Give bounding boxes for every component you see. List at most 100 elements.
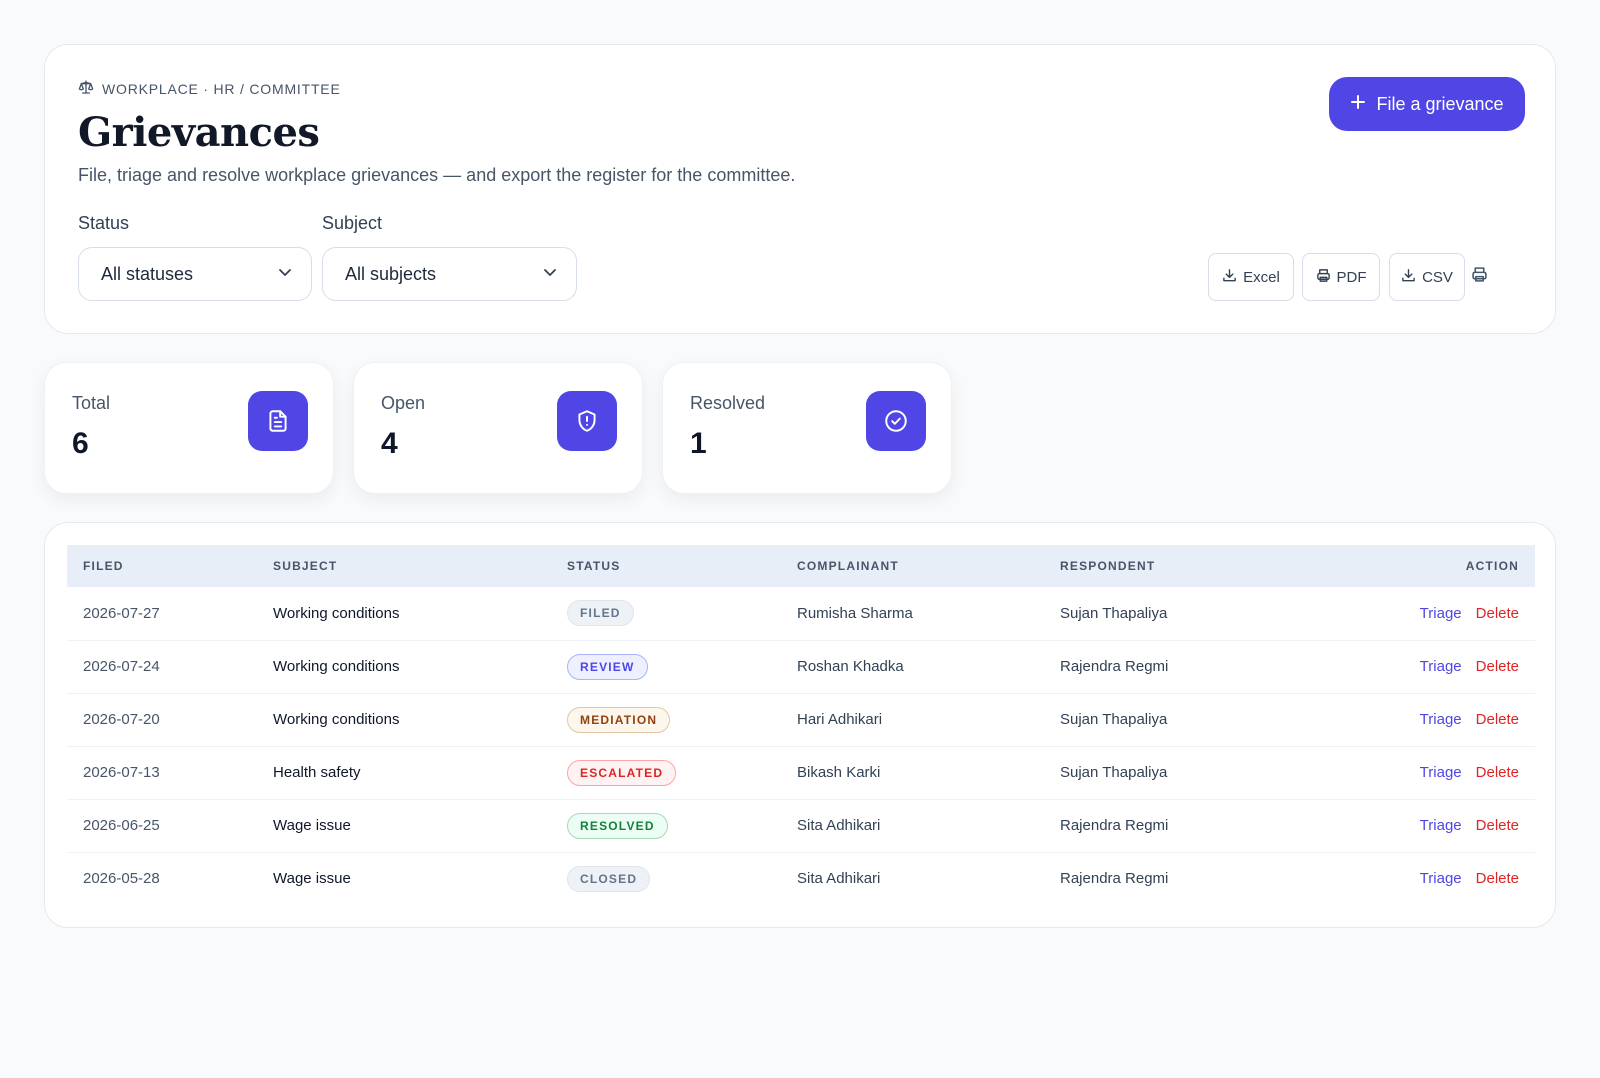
breadcrumb: WORKPLACE · HR / COMMITTEE	[78, 79, 341, 98]
column-header-complainant: COMPLAINANT	[797, 559, 899, 573]
delete-link[interactable]: Delete	[1476, 870, 1519, 887]
table-row: 2026-07-13 Health safety ESCALATED Bikash K…	[67, 746, 1535, 799]
file-grievance-label: File a grievance	[1376, 93, 1504, 114]
triage-link[interactable]: Triage	[1420, 817, 1462, 834]
status-badge: FILED	[567, 600, 634, 627]
check-circle-icon	[866, 391, 926, 451]
status-filter-value: All statuses	[101, 263, 194, 284]
column-header-filed: FILED	[83, 559, 124, 573]
cell-subject: Wage issue	[273, 870, 351, 888]
cell-status: FILED	[551, 587, 781, 640]
cell-respondent: Rajendra Regmi	[1060, 817, 1169, 834]
status-badge: ESCALATED	[567, 759, 677, 786]
cell-status: MEDIATION	[551, 693, 781, 746]
export-pdf-button[interactable]: PDF	[1302, 253, 1380, 301]
cell-complainant: Hari Adhikari	[797, 711, 883, 728]
column-header-subject: SUBJECT	[273, 559, 338, 573]
printer-icon	[1316, 268, 1331, 287]
delete-link[interactable]: Delete	[1476, 605, 1519, 622]
cell-status: CLOSED	[551, 852, 781, 905]
cell-subject: Health safety	[273, 764, 361, 781]
stat-value: 6	[72, 427, 89, 460]
status-badge: CLOSED	[567, 865, 651, 892]
stat-card-resolved: Resolved 1	[662, 362, 952, 494]
cell-action: Triage Delete	[1294, 693, 1535, 746]
table-row: 2026-05-28 Wage issue CLOSED Sita Adhikari R…	[67, 852, 1535, 905]
cell-filed: 2026-06-25	[83, 817, 160, 834]
cell-status: ESCALATED	[551, 746, 781, 799]
status-filter-select[interactable]: All statuses	[78, 247, 312, 301]
cell-complainant: Bikash Karki	[797, 764, 881, 781]
cell-status: REVIEW	[551, 640, 781, 693]
printer-icon	[1471, 266, 1488, 288]
cell-action: Triage Delete	[1294, 587, 1535, 640]
file-grievance-button[interactable]: File a grievance	[1329, 77, 1525, 131]
download-icon	[1222, 268, 1237, 287]
grievances-table-card: FILED SUBJECT STATUS COMPLAINANT RESPOND…	[44, 522, 1556, 928]
export-pdf-label: PDF	[1336, 268, 1367, 286]
status-badge: MEDIATION	[567, 706, 671, 733]
cell-filed: 2026-07-27	[83, 604, 160, 622]
table-row: 2026-07-27 Working conditions FILED Rumisha…	[67, 587, 1535, 640]
cell-filed: 2026-05-28	[83, 870, 160, 888]
print-button[interactable]	[1455, 253, 1503, 301]
shield-alert-icon	[557, 391, 617, 451]
cell-subject: Working conditions	[273, 658, 400, 675]
cell-respondent: Sujan Thapaliya	[1060, 711, 1168, 728]
cell-respondent: Rajendra Regmi	[1060, 658, 1169, 675]
grievances-table: FILED SUBJECT STATUS COMPLAINANT RESPOND…	[67, 545, 1535, 905]
stat-label: Total	[72, 393, 111, 413]
page-subtitle: File, triage and resolve workplace griev…	[78, 165, 796, 185]
subject-filter-value: All subjects	[345, 263, 437, 284]
chevron-down-icon	[542, 264, 558, 285]
status-filter-label: Status	[78, 213, 130, 233]
cell-complainant: Rumisha Sharma	[797, 604, 913, 622]
export-csv-button[interactable]: CSV	[1389, 253, 1465, 301]
stat-label: Open	[381, 393, 426, 413]
column-header-status: STATUS	[567, 559, 621, 573]
status-badge: RESOLVED	[567, 812, 668, 839]
cell-action: Triage Delete	[1294, 640, 1535, 693]
subject-filter-select[interactable]: All subjects	[322, 247, 577, 301]
scale-icon	[78, 79, 94, 98]
table-row: 2026-07-20 Working conditions MEDIATION Har…	[67, 693, 1535, 746]
table-row: 2026-06-25 Wage issue RESOLVED Sita Adhikar…	[67, 799, 1535, 852]
delete-link[interactable]: Delete	[1476, 817, 1519, 834]
cell-action: Triage Delete	[1294, 746, 1535, 799]
plus-icon	[1350, 94, 1366, 115]
cell-complainant: Sita Adhikari	[797, 870, 881, 888]
triage-link[interactable]: Triage	[1420, 605, 1462, 622]
subject-filter-label: Subject	[322, 213, 383, 233]
cell-respondent: Rajendra Regmi	[1060, 870, 1169, 888]
document-icon	[248, 391, 308, 451]
status-badge: REVIEW	[567, 653, 648, 680]
cell-filed: 2026-07-13	[83, 764, 160, 781]
triage-link[interactable]: Triage	[1420, 711, 1462, 728]
delete-link[interactable]: Delete	[1476, 711, 1519, 728]
stat-card-total: Total 6	[44, 362, 334, 494]
download-icon	[1401, 268, 1416, 287]
cell-subject: Working conditions	[273, 604, 400, 622]
triage-link[interactable]: Triage	[1420, 870, 1462, 887]
table-row: 2026-07-24 Working conditions REVIEW Roshan…	[67, 640, 1535, 693]
cell-respondent: Sujan Thapaliya	[1060, 604, 1168, 622]
page-title: Grievances	[78, 109, 320, 156]
delete-link[interactable]: Delete	[1476, 764, 1519, 781]
export-excel-button[interactable]: Excel	[1208, 253, 1294, 301]
triage-link[interactable]: Triage	[1420, 658, 1462, 675]
stat-value: 4	[381, 427, 398, 460]
cell-status: RESOLVED	[551, 799, 781, 852]
triage-link[interactable]: Triage	[1420, 764, 1462, 781]
cell-subject: Working conditions	[273, 711, 400, 728]
delete-link[interactable]: Delete	[1476, 658, 1519, 675]
stat-label: Resolved	[690, 393, 766, 413]
breadcrumb-text: WORKPLACE · HR / COMMITTEE	[102, 80, 341, 97]
column-header-respondent: RESPONDENT	[1060, 559, 1156, 573]
cell-complainant: Roshan Khadka	[797, 658, 904, 675]
cell-action: Triage Delete	[1294, 852, 1535, 905]
page-header-card: WORKPLACE · HR / COMMITTEE Grievances Fi…	[44, 44, 1556, 334]
cell-respondent: Sujan Thapaliya	[1060, 764, 1168, 781]
cell-subject: Wage issue	[273, 817, 351, 834]
stat-card-open: Open 4	[353, 362, 643, 494]
cell-complainant: Sita Adhikari	[797, 817, 881, 834]
